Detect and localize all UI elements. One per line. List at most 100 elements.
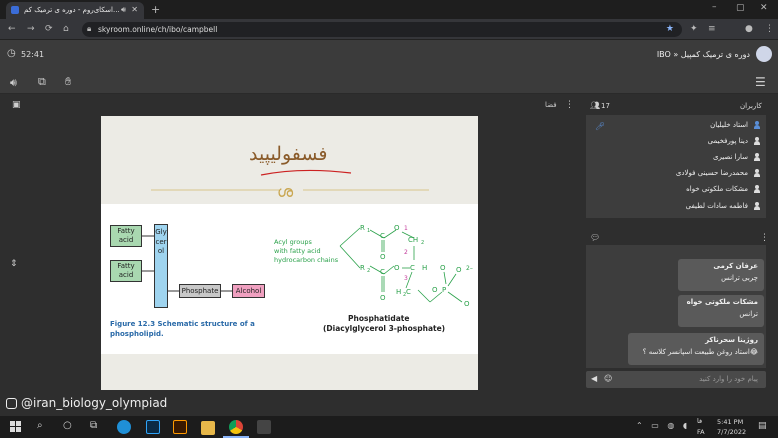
- r2-label: R: [360, 264, 365, 272]
- user-name: سارا نصیری: [712, 153, 748, 161]
- profile-icon[interactable]: ●: [745, 24, 753, 34]
- send-icon[interactable]: ◀: [591, 374, 597, 383]
- svg-text:ശ: ശ: [277, 182, 294, 200]
- stage-options-icon[interactable]: ⋮: [565, 100, 574, 110]
- instagram-icon: [6, 397, 17, 409]
- figure-area: Fatty acid Fatty acid Glycerol Phosphate…: [101, 204, 478, 354]
- browser-tab[interactable]: 🔊︎ اسکای‌روم - دوره ی ترمیک کم... ✕: [6, 2, 144, 19]
- user-icon: [754, 185, 760, 193]
- title-decoration: ശ: [151, 169, 429, 200]
- window-close-icon[interactable]: ✕: [760, 3, 768, 13]
- extensions-icon[interactable]: ✦: [690, 24, 698, 34]
- chat-text: چربی ترانس: [721, 274, 758, 282]
- svg-text:CH: CH: [408, 236, 418, 244]
- user-row[interactable]: استاد خلیلیان: [710, 117, 760, 133]
- chat-input-placeholder: پیام خود را وارد کنید: [699, 375, 758, 383]
- tab-close-icon[interactable]: ✕: [131, 5, 138, 14]
- url-field[interactable]: 🔒︎ skyroom.online/ch/ibo/campbell ★: [82, 22, 682, 37]
- browser-menu-icon[interactable]: ⋮: [765, 24, 774, 34]
- reading-list-icon[interactable]: ≡: [708, 24, 716, 34]
- windows-start-icon[interactable]: [10, 421, 21, 432]
- svg-text:O: O: [380, 294, 386, 302]
- user-icon: [754, 121, 760, 129]
- illustrator-icon[interactable]: [173, 420, 187, 434]
- svg-text:C: C: [410, 264, 415, 272]
- user-row[interactable]: مشکات ملکوتی خواه: [686, 181, 760, 197]
- phosphate-box: Phosphate: [179, 284, 221, 298]
- volume-icon[interactable]: 🔊︎: [10, 76, 17, 90]
- stage-toggle-icon[interactable]: ▣: [12, 100, 21, 110]
- chat-text: ترانس: [739, 310, 758, 318]
- raise-hand-icon[interactable]: ✋︎: [65, 75, 71, 89]
- task-view-icon[interactable]: ⧉: [90, 420, 97, 431]
- svg-text:O: O: [394, 264, 400, 272]
- chat-message: مشکات ملکوتی خواه ترانس: [678, 295, 764, 327]
- svg-text:C: C: [380, 268, 385, 276]
- taskbar-time[interactable]: 5:41 PM: [717, 418, 743, 426]
- watermark-text: @iran_biology_olympiad: [21, 396, 168, 410]
- maximize-icon[interactable]: ▢: [736, 3, 745, 13]
- lang-indicator[interactable]: FA: [697, 428, 705, 436]
- chat-text: استاد روغن طبیعت اسپانسر کلاسه ؟😂: [642, 348, 758, 356]
- room-logo-icon: [756, 46, 772, 62]
- svg-text:O: O: [440, 264, 446, 272]
- r1-subscript: 1: [367, 228, 370, 234]
- taskbar-date[interactable]: 7/7/2022: [717, 428, 746, 436]
- alcohol-box: Alcohol: [232, 284, 265, 298]
- svg-text:H: H: [396, 288, 401, 296]
- svg-text:H: H: [422, 264, 427, 272]
- user-row[interactable]: دینا پورفخیمی: [708, 133, 760, 149]
- phosphatidate-structure: R 1 R 2 C O O C O O CH 2 1 2 3 C H H 2 C…: [339, 224, 473, 308]
- chat-panel: عرفان کرمی چربی ترانس مشکات ملکوتی خواه …: [586, 245, 766, 368]
- r2-subscript: 2: [367, 268, 370, 274]
- recorder-icon[interactable]: [257, 420, 271, 434]
- reload-icon[interactable]: ⟳: [45, 24, 53, 34]
- watermark: @iran_biology_olympiad: [6, 396, 167, 410]
- users-title: کاربران: [740, 102, 762, 110]
- user-icon: [754, 202, 760, 210]
- forward-icon[interactable]: →: [27, 24, 35, 34]
- user-icon: [754, 169, 760, 177]
- slide-title: فسفولیپید: [249, 143, 328, 165]
- pointer-cursor-icon: ⇕: [10, 259, 18, 269]
- chat-input[interactable]: ◀ ☺ پیام خود را وارد کنید: [586, 371, 766, 388]
- glycerol-box: Glycerol: [154, 224, 168, 308]
- media-player-icon[interactable]: ⧉: [38, 75, 46, 89]
- lang-indicator-fa[interactable]: فا: [697, 417, 702, 425]
- chat-message: عرفان کرمی چربی ترانس: [678, 259, 764, 291]
- hamburger-menu-icon[interactable]: ☰: [755, 75, 766, 89]
- r1-label: R: [360, 224, 365, 232]
- chat-message: روژینا سحرناکر استاد روغن طبیعت اسپانسر …: [628, 333, 764, 365]
- photoshop-icon[interactable]: [146, 420, 160, 434]
- user-name: مشکات ملکوتی خواه: [686, 185, 748, 193]
- bookmark-star-icon[interactable]: ★: [666, 24, 674, 34]
- minimize-icon[interactable]: –: [712, 2, 717, 12]
- home-icon[interactable]: ⌂: [63, 24, 69, 34]
- file-explorer-icon[interactable]: [201, 421, 215, 435]
- stage-label: فضا: [545, 101, 557, 109]
- chat-options-icon[interactable]: ⋮: [760, 233, 769, 243]
- new-tab-icon[interactable]: +: [151, 3, 160, 16]
- user-name: دینا پورفخیمی: [707, 137, 748, 145]
- presentation-slide[interactable]: فسفولیپید ശ Fatty acid Fatty acid Glycer…: [101, 116, 478, 390]
- user-row[interactable]: فاطمه سادات لطیفی: [686, 198, 760, 214]
- svg-text:C: C: [380, 232, 385, 240]
- users-count: 17: [601, 102, 610, 110]
- chat-sender: عرفان کرمی: [713, 262, 758, 270]
- user-icon: [754, 137, 760, 145]
- user-row[interactable]: سارا نصیری: [713, 149, 760, 165]
- user-row[interactable]: محمدرضا حسینی فولادی: [676, 165, 760, 181]
- back-icon[interactable]: ←: [8, 24, 16, 34]
- tray-icons[interactable]: ⌃ ▭ ◍ ◖: [636, 421, 690, 430]
- figure-caption-1: Figure 12.3 Schematic structure of a: [110, 320, 255, 328]
- toolbar: [0, 70, 778, 94]
- clock-icon: ◷: [7, 48, 16, 59]
- edge-icon[interactable]: [117, 420, 131, 434]
- emoji-icon[interactable]: ☺: [604, 374, 612, 383]
- lock-icon: 🔒︎: [87, 24, 92, 33]
- svg-text:P: P: [442, 286, 446, 294]
- search-icon[interactable]: ⌕: [37, 420, 43, 431]
- chrome-icon[interactable]: [229, 420, 243, 434]
- notification-icon[interactable]: ▤: [758, 421, 767, 431]
- cortana-icon[interactable]: ○: [63, 420, 72, 431]
